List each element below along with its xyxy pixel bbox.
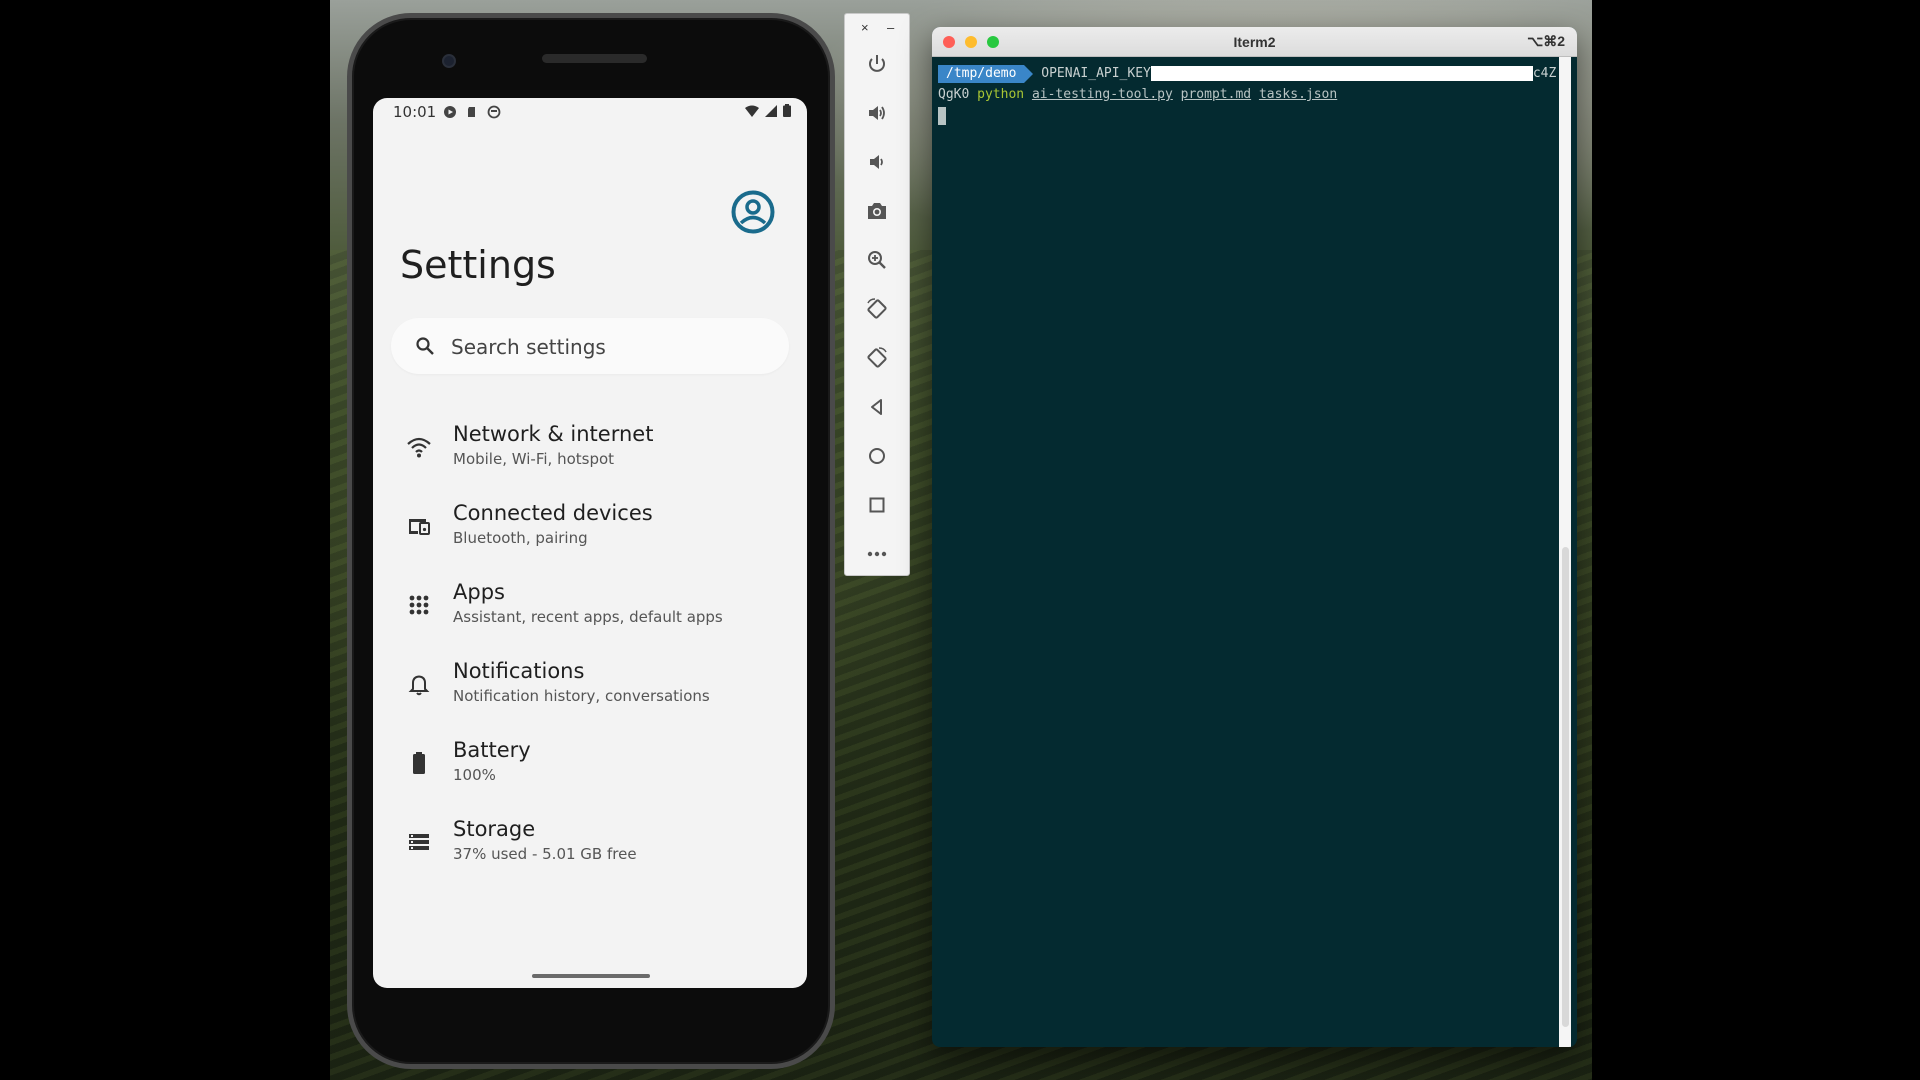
power-button[interactable] xyxy=(862,49,892,79)
phone-camera xyxy=(442,54,456,68)
home-icon xyxy=(869,448,885,464)
play-protect-icon xyxy=(444,106,456,118)
home-button[interactable] xyxy=(862,441,892,471)
search-placeholder: Search settings xyxy=(451,335,606,359)
emulator-close-button[interactable]: × xyxy=(861,20,869,36)
settings-item-summary: Assistant, recent apps, default apps xyxy=(453,608,723,626)
settings-item-storage[interactable]: Storage 37% used - 5.01 GB free xyxy=(373,803,807,883)
rotate-left-icon xyxy=(867,298,887,319)
apps-grid-icon xyxy=(409,595,429,615)
camera-icon xyxy=(868,203,886,219)
settings-item-summary: Mobile, Wi-Fi, hotspot xyxy=(453,450,615,468)
phone-speaker xyxy=(542,54,647,63)
storage-icon xyxy=(409,834,429,850)
prompt-directory: /tmp/demo xyxy=(938,65,1025,83)
scrollbar-thumb[interactable] xyxy=(1562,547,1569,1027)
env-var-continuation: QgK0 xyxy=(938,87,970,102)
volume-down-icon xyxy=(870,155,883,169)
window-title: Iterm2 xyxy=(1233,34,1276,50)
volume-up-icon xyxy=(869,106,885,120)
settings-item-apps[interactable]: Apps Assistant, recent apps, default app… xyxy=(373,566,807,646)
settings-item-connected-devices[interactable]: Connected devices Bluetooth, pairing xyxy=(373,487,807,567)
battery-icon xyxy=(413,752,425,774)
terminal-output[interactable]: /tmp/demo OPENAI_API_KEY c4Z QgK0 python … xyxy=(938,63,1558,126)
settings-item-label: Notifications xyxy=(453,659,585,683)
settings-item-battery[interactable]: Battery 100% xyxy=(373,724,807,804)
prompt-arrow xyxy=(1024,64,1034,83)
status-notification-icons xyxy=(443,105,501,119)
account-avatar-icon[interactable] xyxy=(731,190,775,234)
volume-up-button[interactable] xyxy=(862,98,892,128)
status-bar: 10:01 xyxy=(373,98,807,126)
overview-icon xyxy=(869,497,885,513)
rotate-right-button[interactable] xyxy=(862,343,892,373)
zoom-button[interactable] xyxy=(862,245,892,275)
settings-item-label: Battery xyxy=(453,738,531,762)
status-system-icons xyxy=(745,104,791,117)
signal-icon xyxy=(765,104,777,117)
emulator-toolbar: × – xyxy=(844,13,910,576)
sd-card-icon xyxy=(468,107,475,117)
bell-icon xyxy=(408,675,430,696)
volume-down-button[interactable] xyxy=(862,147,892,177)
settings-item-label: Network & internet xyxy=(453,422,654,446)
wifi-icon xyxy=(407,437,431,458)
env-var-name: OPENAI_API_KEY xyxy=(1041,66,1151,81)
settings-item-label: Connected devices xyxy=(453,501,653,525)
emulator-window-controls: × – xyxy=(845,20,909,36)
command-name: python xyxy=(977,87,1025,102)
page-title: Settings xyxy=(400,243,556,287)
sync-icon xyxy=(487,105,501,119)
more-icon xyxy=(867,551,887,557)
terminal-line: /tmp/demo OPENAI_API_KEY c4Z xyxy=(938,63,1558,84)
back-button[interactable] xyxy=(862,392,892,422)
wifi-status-icon xyxy=(745,105,759,117)
iterm-window[interactable]: Iterm2 ⌥⌘2 /tmp/demo OPENAI_API_KEY c4Z Q… xyxy=(932,27,1577,1047)
settings-item-label: Apps xyxy=(453,580,505,604)
env-var-suffix: c4Z xyxy=(1532,66,1557,81)
settings-item-network[interactable]: Network & internet Mobile, Wi-Fi, hotspo… xyxy=(373,408,807,488)
devices-icon xyxy=(409,519,430,535)
back-icon xyxy=(871,399,882,415)
command-arg: tasks.json xyxy=(1258,87,1338,102)
search-icon xyxy=(416,337,434,355)
screenshot-button[interactable] xyxy=(862,196,892,226)
terminal-line: QgK0 python ai-testing-tool.py prompt.md… xyxy=(938,84,1558,105)
settings-item-summary: Notification history, conversations xyxy=(453,687,710,705)
gesture-nav-handle[interactable] xyxy=(532,974,650,978)
rotate-left-button[interactable] xyxy=(862,294,892,324)
settings-item-label: Storage xyxy=(453,817,536,841)
window-shortcut: ⌥⌘2 xyxy=(1527,33,1565,49)
overview-button[interactable] xyxy=(862,490,892,520)
redacted-api-key xyxy=(1150,66,1533,81)
settings-item-summary: 100% xyxy=(453,766,496,784)
phone-screen[interactable]: 10:01 Settings Search settings Network &… xyxy=(373,98,807,988)
command-arg: ai-testing-tool.py xyxy=(1031,87,1173,102)
iterm-titlebar[interactable]: Iterm2 ⌥⌘2 xyxy=(932,27,1577,57)
search-settings-bar[interactable]: Search settings xyxy=(391,318,789,374)
terminal-line xyxy=(938,105,1558,126)
emulator-minimize-button[interactable]: – xyxy=(887,20,894,36)
rotate-right-icon xyxy=(867,347,887,368)
battery-status-icon xyxy=(783,104,791,117)
zoom-icon xyxy=(868,251,886,269)
terminal-cursor xyxy=(938,106,946,125)
settings-item-summary: Bluetooth, pairing xyxy=(453,529,588,547)
status-time: 10:01 xyxy=(393,103,437,121)
settings-item-notifications[interactable]: Notifications Notification history, conv… xyxy=(373,645,807,725)
command-arg: prompt.md xyxy=(1180,87,1252,102)
settings-item-summary: 37% used - 5.01 GB free xyxy=(453,845,637,863)
more-options-button[interactable] xyxy=(862,539,892,569)
power-icon xyxy=(869,55,885,72)
